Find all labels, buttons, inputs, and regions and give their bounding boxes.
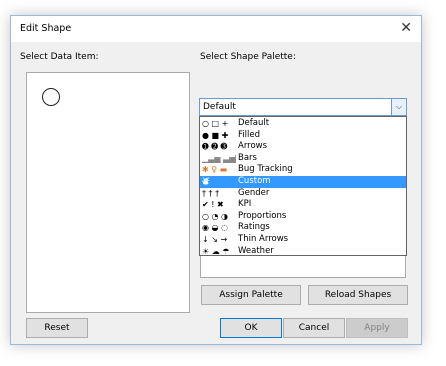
palette-option-label: Ratings [238,222,270,233]
palette-preview-icon: ↓ ↘ → [202,235,228,244]
palette-option-arrows[interactable]: ➊ ➋ ➌ Arrows [200,141,406,153]
palette-preview-icon: † † † [202,188,220,198]
palette-option-gender[interactable]: † † † Gender [200,188,406,200]
palette-preview-icon: ○ ◔ ◑ [202,211,229,221]
palette-option-label: KPI [238,199,252,210]
dialog-title: Edit Shape [20,23,72,34]
palette-option-bug-tracking[interactable]: ✱ ♀ ▬ Bug Tracking [200,164,406,176]
shape-palette-dropdown-list[interactable]: ○ □ + Default ● ■ ✚ Filled ➊ ➋ ➌ Arrows … [199,116,407,256]
palette-preview-icon: ☀ ☁ ☂ [202,246,230,256]
palette-option-label: Default [238,118,270,128]
palette-option-thin-arrows[interactable]: ↓ ↘ → Thin Arrows [200,234,406,246]
select-shape-palette-label: Select Shape Palette: [200,52,296,62]
edit-shape-dialog: Edit Shape ✕ Select Data Item: Select Sh… [10,15,422,345]
palette-option-proportions[interactable]: ○ ◔ ◑ Proportions [200,211,406,223]
reload-shapes-button[interactable]: Reload Shapes [308,285,408,305]
close-icon[interactable]: ✕ [400,20,412,36]
palette-preview-icon: ✔ ! ✖ [202,200,224,210]
palette-option-label: Bars [238,152,257,163]
assign-palette-button[interactable]: Assign Palette [201,285,301,305]
ok-button[interactable]: OK [220,318,282,338]
palette-option-custom[interactable]: ⛇ Custom [200,176,406,188]
palette-option-label: Filled [238,129,260,140]
palette-preview-icon: ➊ ➋ ➌ [202,142,228,152]
palette-option-weather[interactable]: ☀ ☁ ☂ Weather [200,246,406,258]
palette-option-kpi[interactable]: ✔ ! ✖ KPI [200,199,406,211]
palette-option-label: Gender [238,187,270,198]
palette-preview-icon: ● ■ ✚ [202,130,229,140]
apply-button[interactable]: Apply [346,318,408,338]
open-circle-icon[interactable] [42,88,60,106]
chevron-down-icon[interactable]: ⌵ [391,99,406,115]
palette-option-label: Thin Arrows [238,234,289,244]
palette-preview-icon: ⛇ [202,177,210,186]
shape-palette-selected-value: Default [203,102,236,112]
select-data-item-label: Select Data Item: [20,52,99,62]
palette-option-label: Bug Tracking [238,164,293,175]
palette-option-label: Proportions [238,210,287,221]
data-item-list[interactable] [26,72,190,313]
palette-option-label: Weather [238,245,274,256]
palette-option-label: Custom [238,176,271,186]
palette-preview-icon: ✱ ♀ ▬ [202,165,228,175]
palette-preview-icon: ○ □ + [202,119,229,128]
title-bar: Edit Shape ✕ [11,16,421,42]
palette-option-filled[interactable]: ● ■ ✚ Filled [200,130,406,142]
palette-option-bars[interactable]: ▁▃▅ ▃▅▇ Bars [200,153,406,165]
palette-preview-icon: ◉ ◒ ◌ [202,223,229,233]
palette-preview-icon: ▁▃▅ ▃▅▇ [202,153,236,163]
palette-option-default[interactable]: ○ □ + Default [200,118,406,130]
palette-option-label: Arrows [238,141,268,152]
reset-button[interactable]: Reset [26,318,88,338]
palette-option-ratings[interactable]: ◉ ◒ ◌ Ratings [200,222,406,234]
shape-palette-select[interactable]: Default ⌵ [199,98,407,116]
cancel-button[interactable]: Cancel [283,318,345,338]
